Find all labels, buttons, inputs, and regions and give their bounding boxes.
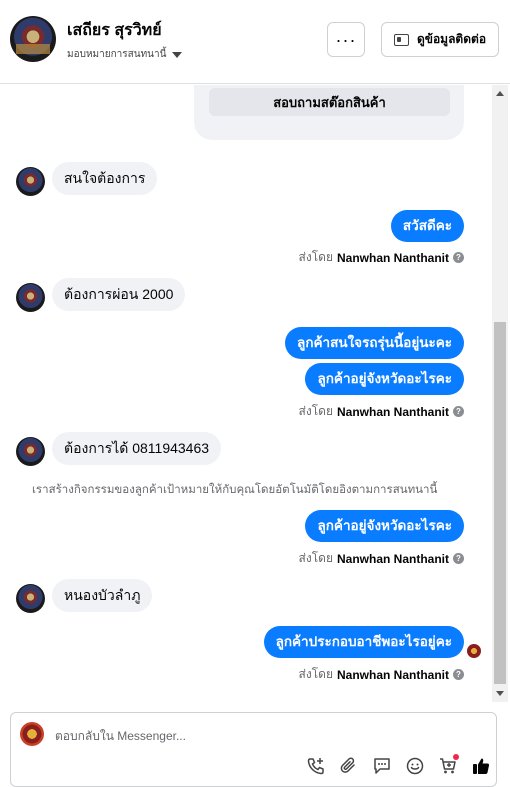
page-avatar — [20, 722, 44, 746]
sent-by-prefix: ส่งโดย — [298, 250, 333, 264]
more-options-button[interactable]: ··· — [327, 22, 365, 57]
info-icon[interactable]: ? — [453, 252, 464, 263]
sent-by-prefix: ส่งโดย — [298, 667, 333, 681]
info-icon[interactable]: ? — [453, 553, 464, 564]
contact-avatar-small[interactable] — [16, 167, 45, 196]
contact-card-icon — [393, 33, 409, 46]
system-message: เราสร้างกิจกรรมของลูกค้าเป้าหมายให้กับคุ… — [32, 484, 438, 496]
reply-input[interactable] — [55, 726, 475, 746]
seen-indicator-avatar — [467, 644, 481, 658]
template-card: สอบถามสต๊อกสินค้า — [194, 85, 464, 140]
sent-by-name: Nanwhan Nanthanit — [336, 551, 449, 566]
cart-icon[interactable] — [437, 754, 459, 776]
incoming-message: ต้องการได้ 0811943463 — [52, 432, 222, 465]
saved-reply-icon[interactable] — [371, 755, 392, 776]
scrollbar-thumb[interactable] — [494, 322, 506, 684]
emoji-icon[interactable] — [404, 755, 425, 776]
caret-down-icon — [172, 51, 183, 58]
info-icon[interactable]: ? — [453, 406, 464, 417]
incoming-message: หนองบัวลำภู — [52, 579, 153, 612]
conversation-header: เสถียร สุรวิทย์ มอบหมายการสนทนานี้ ··· ด… — [0, 0, 510, 84]
scroll-down-arrow-icon[interactable] — [496, 691, 504, 696]
view-contact-info-button[interactable]: ดูข้อมูลติดต่อ — [381, 22, 499, 57]
info-icon[interactable]: ? — [453, 669, 464, 680]
contact-avatar-small[interactable] — [16, 584, 45, 613]
sent-by-name: Nanwhan Nanthanit — [336, 250, 449, 265]
outgoing-message: ลูกค้าสนใจรถรุ่นนี้อยู่นะคะ — [285, 327, 464, 359]
outgoing-message: ลูกค้าอยู่จังหวัดอะไรคะ — [305, 510, 464, 542]
contact-avatar-small[interactable] — [16, 283, 45, 312]
assign-conversation-dropdown[interactable]: มอบหมายการสนทนานี้ — [67, 47, 183, 62]
contact-avatar[interactable] — [10, 16, 56, 62]
reply-composer — [10, 712, 497, 787]
view-contact-info-label: ดูข้อมูลติดต่อ — [416, 32, 487, 46]
assign-label: มอบหมายการสนทนานี้ — [67, 49, 167, 60]
composer-toolbar — [305, 754, 491, 776]
sent-by-label: ส่งโดย Nanwhan Nanthanit ? — [299, 665, 464, 684]
sent-by-prefix: ส่งโดย — [298, 551, 333, 565]
sent-by-label: ส่งโดย Nanwhan Nanthanit ? — [299, 402, 464, 421]
sent-by-label: ส่งโดย Nanwhan Nanthanit ? — [299, 248, 464, 267]
message-thread[interactable]: สอบถามสต๊อกสินค้า สนใจต้องการ สวัสดีคะ ส… — [0, 85, 492, 702]
sent-by-label: ส่งโดย Nanwhan Nanthanit ? — [299, 549, 464, 568]
like-icon[interactable] — [470, 755, 491, 776]
sent-by-name: Nanwhan Nanthanit — [336, 404, 449, 419]
scrollbar[interactable] — [492, 85, 508, 702]
incoming-message: สนใจต้องการ — [52, 162, 158, 195]
sent-by-prefix: ส่งโดย — [298, 404, 333, 418]
contact-avatar-small[interactable] — [16, 437, 45, 466]
notification-dot — [453, 754, 459, 760]
outgoing-message: สวัสดีคะ — [390, 210, 464, 242]
sent-by-name: Nanwhan Nanthanit — [336, 667, 449, 682]
outgoing-message: ลูกค้าประกอบอาชีพอะไรอยู่คะ — [263, 626, 464, 658]
incoming-message: ต้องการผ่อน 2000 — [52, 278, 186, 311]
attachment-icon[interactable] — [338, 755, 359, 776]
outgoing-message: ลูกค้าอยู่จังหวัดอะไรคะ — [305, 363, 464, 395]
phone-add-icon[interactable] — [305, 755, 326, 776]
stock-inquiry-button[interactable]: สอบถามสต๊อกสินค้า — [209, 88, 450, 116]
scroll-up-arrow-icon[interactable] — [496, 91, 504, 96]
contact-name[interactable]: เสถียร สุรวิทย์ — [67, 18, 162, 43]
